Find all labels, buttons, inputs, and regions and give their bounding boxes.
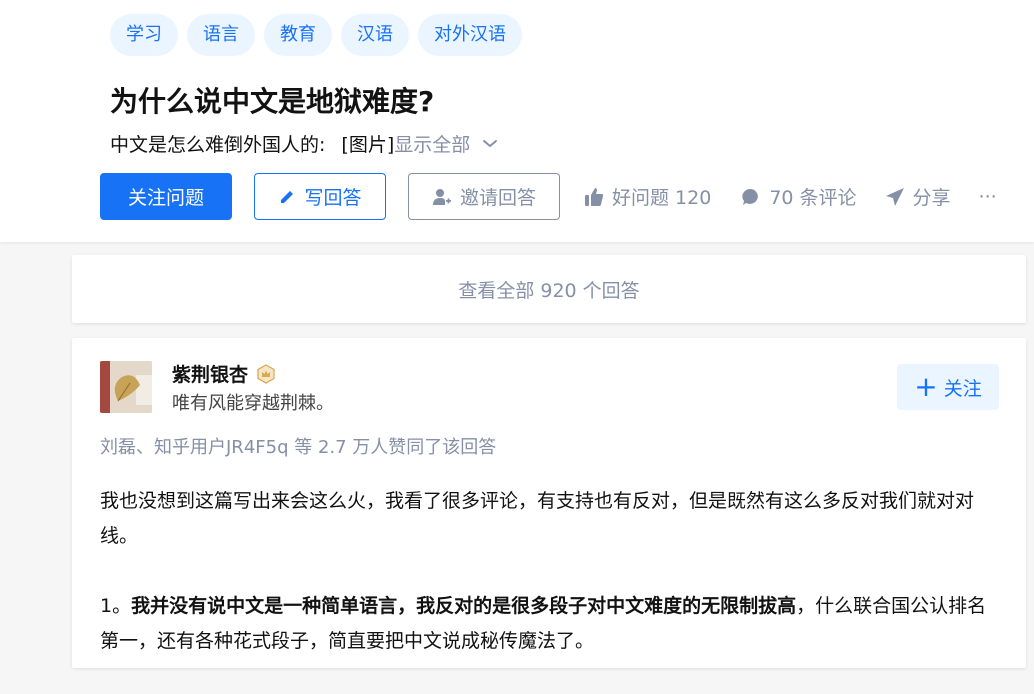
invite-answer-label: 邀请回答 xyxy=(459,187,536,209)
comments-button[interactable]: 70 条评论 xyxy=(741,183,857,210)
avatar[interactable] xyxy=(100,361,152,413)
chevron-down-icon xyxy=(483,139,498,147)
comment-icon xyxy=(742,188,759,205)
paper-plane-icon xyxy=(885,187,904,206)
more-options-button[interactable]: ··· xyxy=(979,186,997,208)
pencil-icon xyxy=(281,190,294,203)
topic-tag[interactable]: 对外汉语 xyxy=(418,14,522,56)
share-button[interactable]: 分享 xyxy=(885,183,951,210)
plus-icon: + xyxy=(914,370,938,403)
voters-summary[interactable]: 刘磊、知乎用户JR4F5q 等 2.7 万人赞同了该回答 xyxy=(100,433,496,459)
share-label: 分享 xyxy=(912,187,951,209)
topic-tag[interactable]: 汉语 xyxy=(341,14,409,56)
follow-author-button[interactable]: + 关注 xyxy=(897,364,999,410)
write-answer-label: 写回答 xyxy=(304,187,362,209)
more-icon: ··· xyxy=(978,185,997,208)
author-name[interactable]: 紫荆银杏 xyxy=(172,360,276,387)
topic-tag[interactable]: 学习 xyxy=(110,14,178,56)
excerpt-text: 中文是怎么难倒外国人的: xyxy=(110,134,326,156)
answer-paragraph: 1。我并没有说中文是一种简单语言，我反对的是很多段子对中文难度的无限制拔高，什么… xyxy=(100,589,1005,659)
crown-badge-icon xyxy=(257,363,275,384)
ginkgo-leaf-avatar-image xyxy=(100,361,152,413)
add-user-icon xyxy=(432,188,451,205)
thumbs-up-icon xyxy=(585,187,604,206)
topic-tag[interactable]: 语言 xyxy=(187,14,255,56)
answer-content: 我也没想到这篇写出来会这么火，我看了很多评论，有支持也有反对，但是既然有这么多反… xyxy=(100,484,1005,694)
question-title: 为什么说中文是地狱难度? xyxy=(110,85,435,118)
topic-tag[interactable]: 教育 xyxy=(264,14,332,56)
follow-author-label: 关注 xyxy=(943,377,982,400)
view-all-answers-button[interactable]: 查看全部 920 个回答 xyxy=(72,255,1026,323)
follow-question-button[interactable]: 关注问题 xyxy=(100,173,232,220)
question-excerpt: 中文是怎么难倒外国人的: [图片] 显示全部 xyxy=(110,130,498,157)
show-all-label: 显示全部 xyxy=(394,134,471,156)
comments-label: 70 条评论 xyxy=(769,187,857,209)
topic-tags: 学习 语言 教育 汉语 对外汉语 xyxy=(110,14,522,56)
good-question-button[interactable]: 好问题 120 xyxy=(584,183,711,210)
author-name-text: 紫荆银杏 xyxy=(172,364,249,386)
invite-answer-button[interactable]: 邀请回答 xyxy=(408,173,560,220)
paragraph-number: 1。 xyxy=(100,595,132,617)
question-header: 学习 语言 教育 汉语 对外汉语 为什么说中文是地狱难度? 中文是怎么难倒外国人… xyxy=(0,0,1034,242)
show-all-button[interactable]: 显示全部 xyxy=(394,130,498,157)
excerpt-image-placeholder: [图片] xyxy=(341,134,395,156)
write-answer-button[interactable]: 写回答 xyxy=(254,173,386,220)
author-bio: 唯有风能穿越荆棘。 xyxy=(172,393,334,414)
answer-paragraph: 我也没想到这篇写出来会这么火，我看了很多评论，有支持也有反对，但是既然有这么多反… xyxy=(100,490,975,547)
answer-card: 紫荆银杏 唯有风能穿越荆棘。 + 关注 刘磊、知乎用户JR4F5q 等 2.7 … xyxy=(72,338,1026,668)
question-actions: 关注问题 写回答 邀请回答 好问题 120 70 条评论 分享 ··· xyxy=(100,173,997,220)
good-question-label: 好问题 120 xyxy=(612,187,712,209)
bold-statement: 我并没有说中文是一种简单语言，我反对的是很多段子对中文难度的无限制拔高 xyxy=(131,595,797,617)
